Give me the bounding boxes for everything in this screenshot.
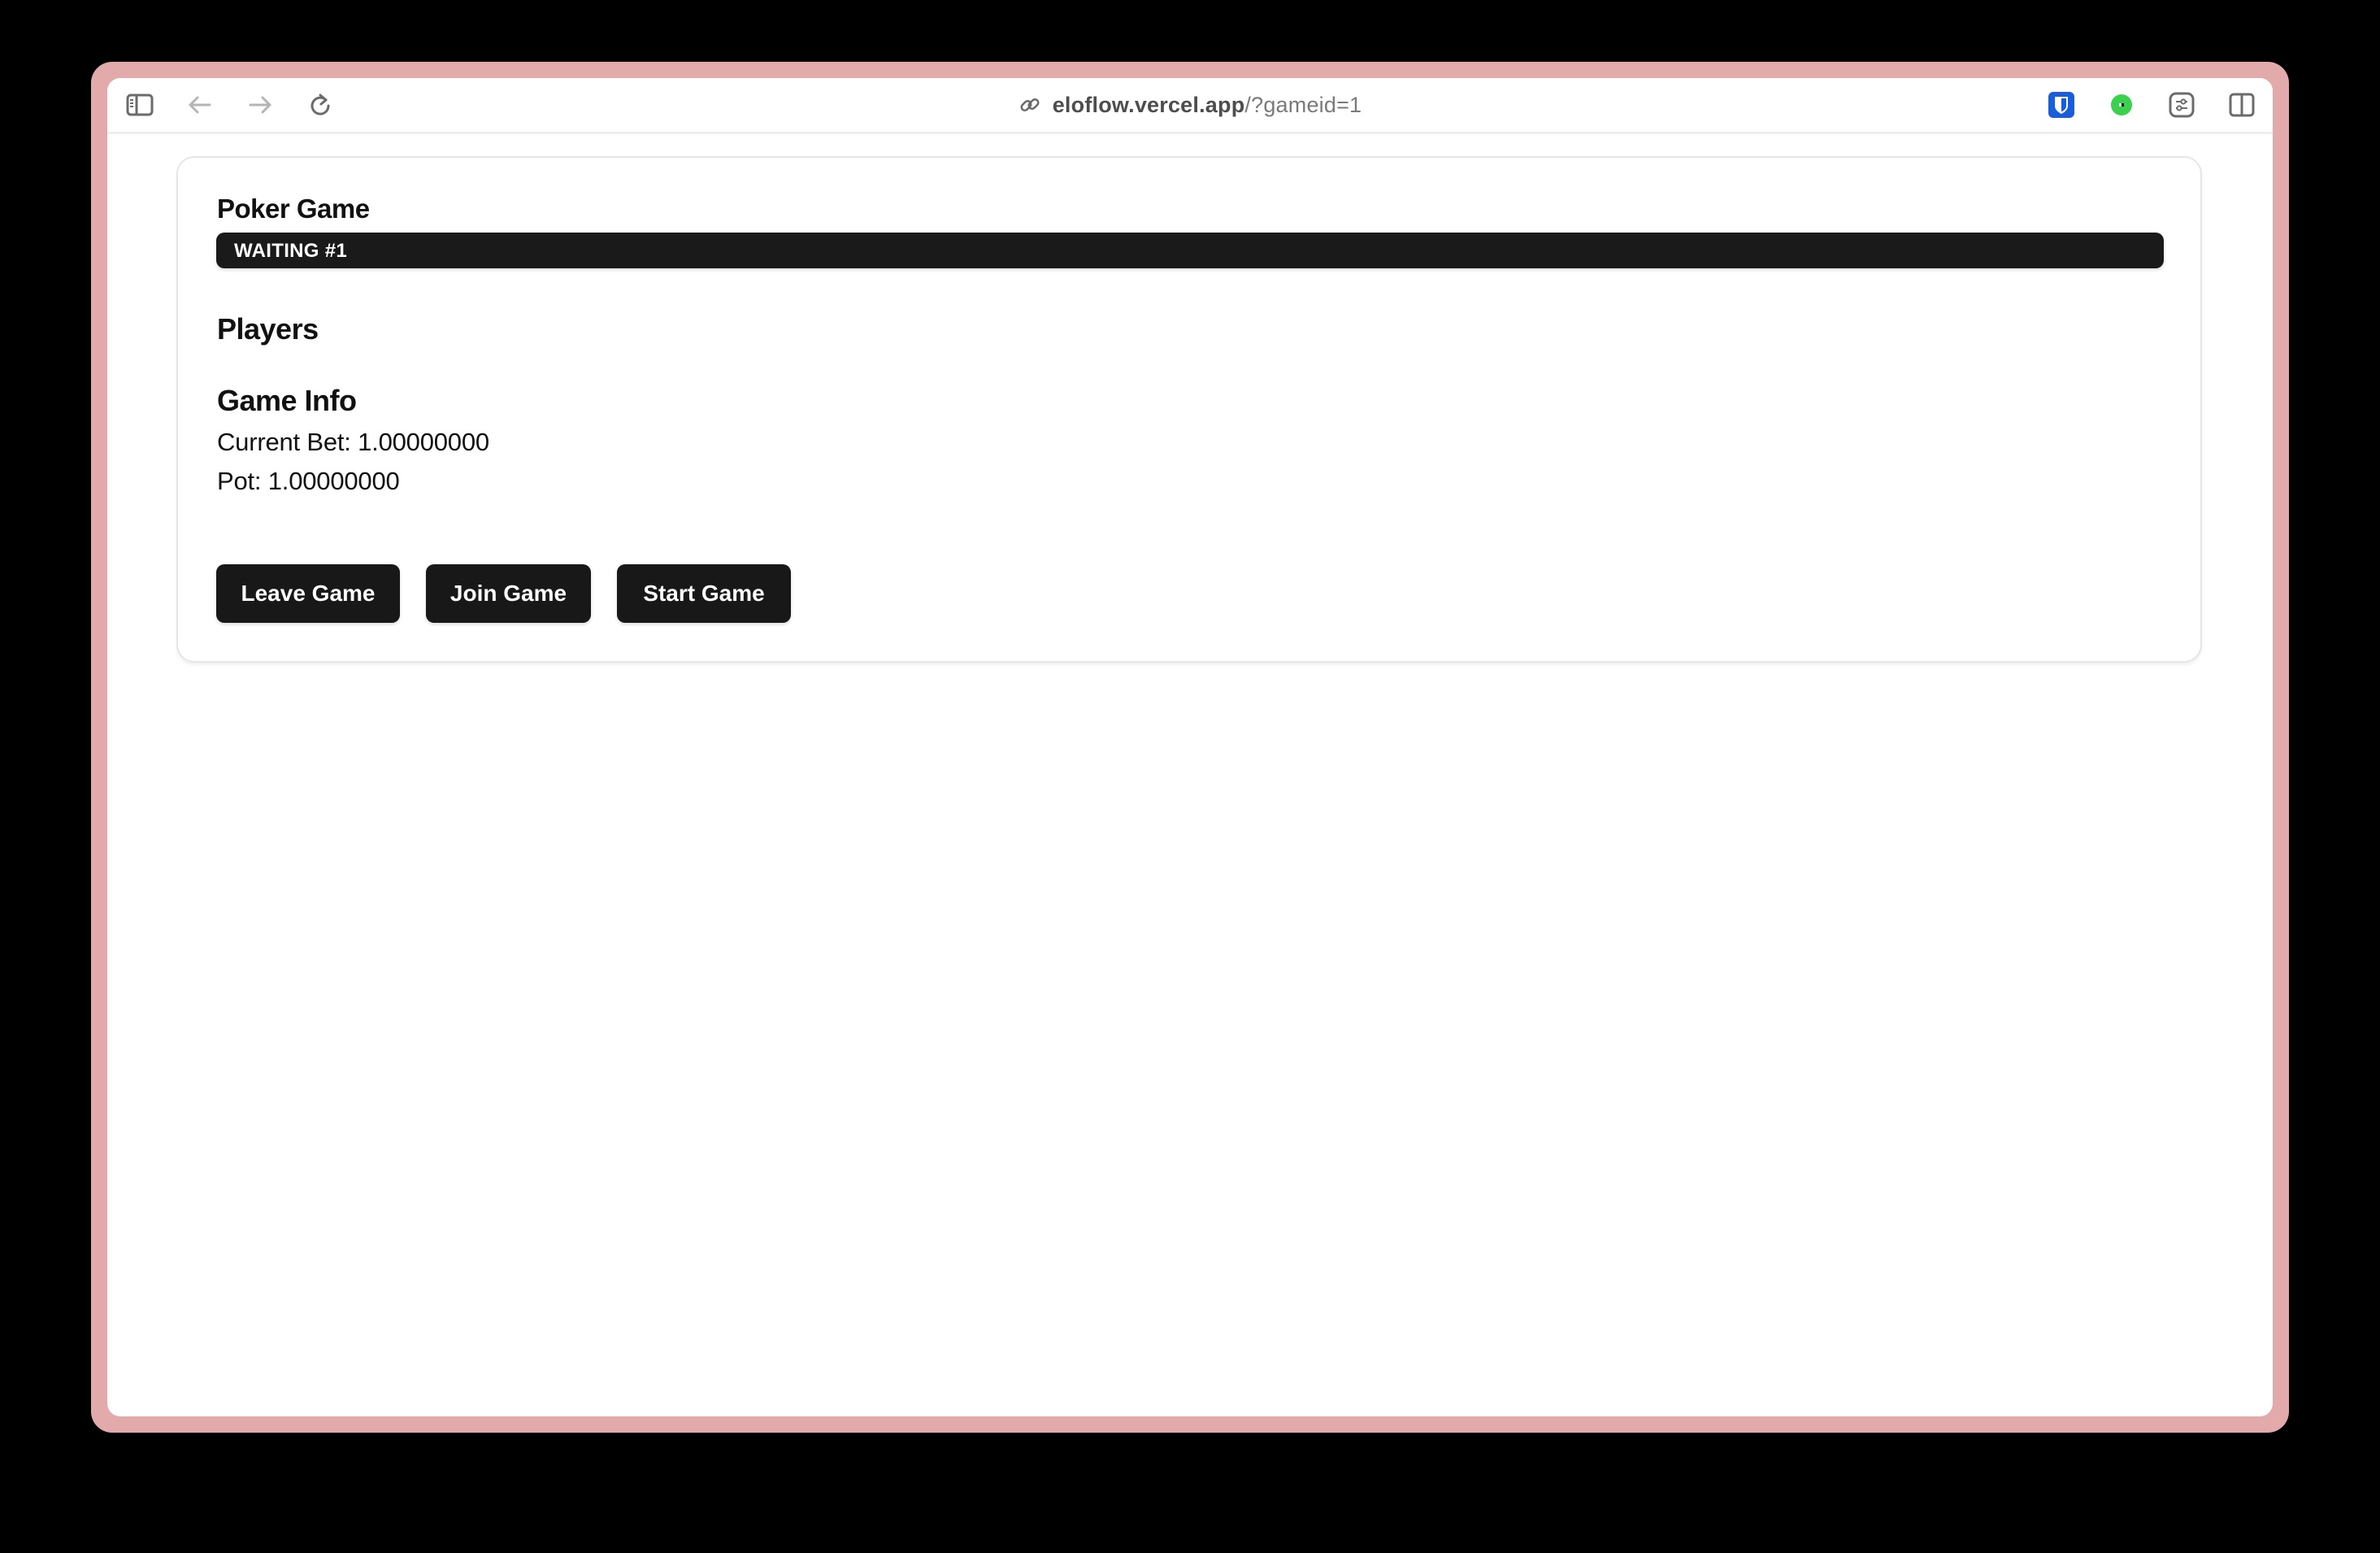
address-bar[interactable]: eloflow.vercel.app/?gameid=1 [107, 78, 2273, 132]
poker-game-card: Poker Game WAITING #1 Players Game Info … [176, 156, 2202, 663]
status-badge: WAITING #1 [216, 233, 2164, 268]
pot-text: Pot: 1.00000000 [217, 467, 400, 495]
split-view-icon[interactable] [2227, 90, 2256, 120]
leave-game-button[interactable]: Leave Game [216, 564, 400, 623]
status-text: WAITING #1 [234, 240, 348, 262]
url-host: eloflow.vercel.app [1052, 92, 1245, 117]
link-icon [1018, 94, 1041, 116]
game-info-heading: Game Info [217, 384, 357, 417]
start-game-button[interactable]: Start Game [617, 564, 791, 623]
green-dot-extension-icon[interactable] [2107, 90, 2136, 120]
join-game-button[interactable]: Join Game [426, 564, 591, 623]
browser-window: eloflow.vercel.app/?gameid=1 Poker Game … [107, 78, 2273, 1416]
bitwarden-shield-icon[interactable] [2047, 90, 2076, 120]
sliders-icon[interactable] [2167, 90, 2196, 120]
url-path: /?gameid=1 [1244, 92, 1362, 117]
page-title: Poker Game [217, 194, 370, 224]
browser-toolbar: eloflow.vercel.app/?gameid=1 [107, 78, 2273, 134]
current-bet-text: Current Bet: 1.00000000 [217, 428, 489, 456]
players-heading: Players [217, 312, 319, 346]
